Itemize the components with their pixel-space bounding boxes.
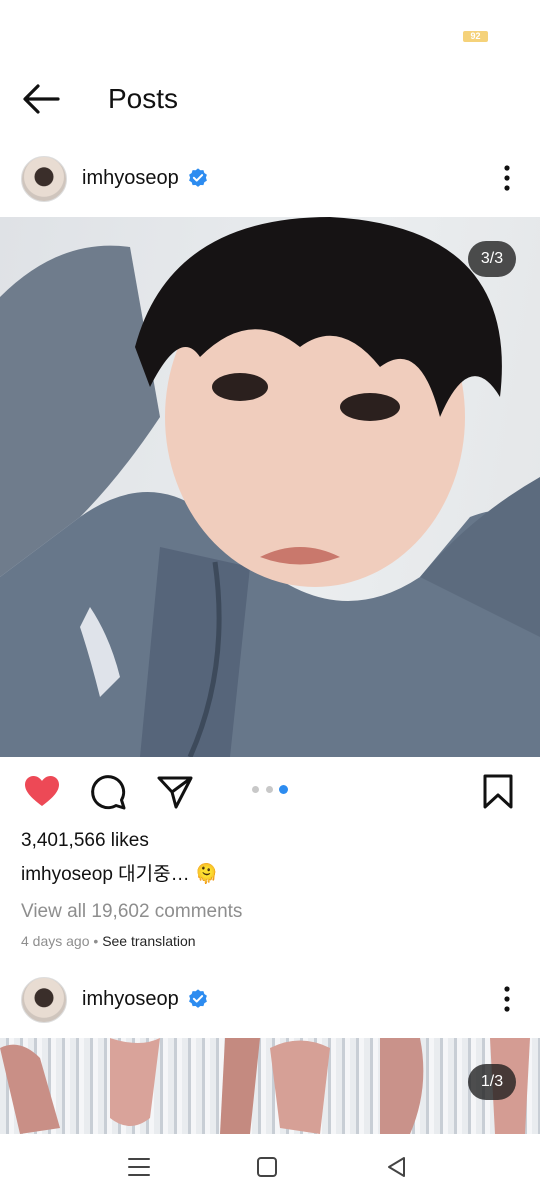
verified-badge-icon [189,989,207,1008]
home-square-icon [257,1157,277,1177]
system-back-button[interactable] [383,1154,411,1180]
comment-icon [91,775,126,810]
post-header: imhyoseop [0,977,540,1039]
post-header: imhyoseop [0,156,540,218]
more-options-button[interactable] [494,983,520,1015]
home-button[interactable] [253,1154,281,1180]
post-image[interactable]: 1/3 [0,1038,540,1134]
caption-text: 대기중… 🫠 [118,864,219,885]
post-meta: 4 days ago • See translation [21,930,196,952]
more-vertical-icon [504,986,510,1012]
more-options-button[interactable] [494,162,520,194]
verified-badge-icon [189,168,207,187]
post-username[interactable]: imhyoseop [82,162,179,194]
bookmark-icon [483,774,513,809]
avatar[interactable] [21,977,67,1023]
meta-separator: • [93,933,99,949]
view-comments-link[interactable]: View all 19,602 comments [21,898,242,926]
arrow-left-icon [23,84,60,114]
carousel-dot [266,786,273,793]
carousel-counter: 3/3 [468,241,516,277]
recent-apps-button[interactable] [125,1154,153,1180]
likes-count[interactable]: 3,401,566 likes [21,827,149,855]
back-button[interactable] [20,80,62,118]
system-nav-bar [0,1134,540,1200]
post-image[interactable]: 3/3 [0,217,540,757]
carousel-dot-active [279,785,288,794]
post-username[interactable]: imhyoseop [82,983,179,1015]
page-title: Posts [108,83,179,114]
heart-icon [25,776,59,806]
post-caption: imhyoseop 대기중… 🫠 [21,861,219,889]
caption-username[interactable]: imhyoseop [21,864,113,885]
avatar[interactable] [21,156,67,202]
share-button[interactable] [155,772,195,812]
more-vertical-icon [504,165,510,191]
top-header: Posts [0,60,540,140]
comment-button[interactable] [88,772,128,812]
see-translation-link[interactable]: See translation [102,933,195,949]
menu-icon [128,1158,150,1176]
status-bar: 92 [0,0,540,56]
carousel-indicator [252,785,292,796]
post-photo-graphic [0,217,540,757]
carousel-dot [252,786,259,793]
like-button[interactable] [22,772,62,812]
post-timestamp: 4 days ago [21,933,90,949]
send-icon [157,776,193,809]
carousel-counter: 1/3 [468,1064,516,1100]
balloon-photo-graphic [0,1038,530,1134]
battery-indicator: 92 [463,31,488,42]
back-triangle-icon [388,1157,405,1177]
post-actions [0,770,540,814]
save-button[interactable] [480,772,520,812]
